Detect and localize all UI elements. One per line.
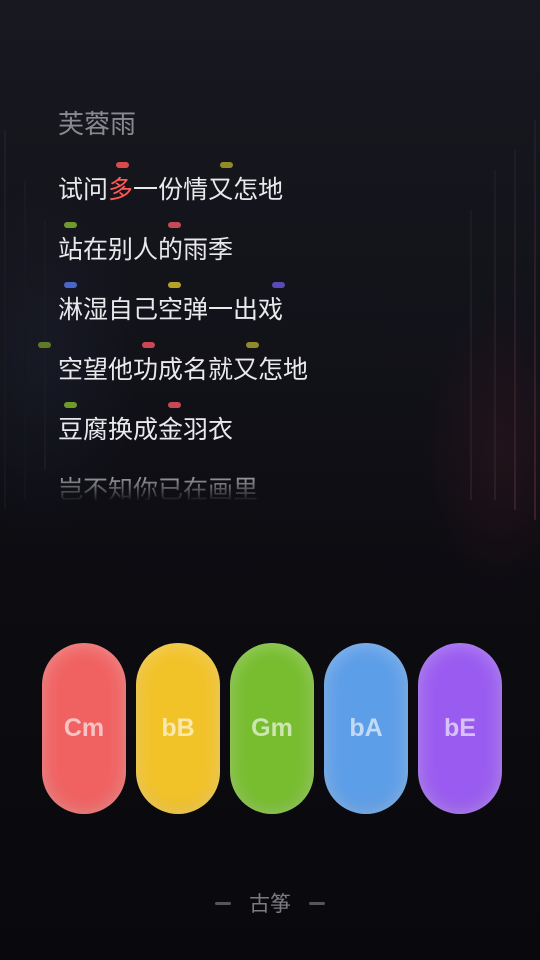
- chord-button-gm[interactable]: Gm: [230, 643, 314, 814]
- note-marker: [142, 342, 155, 348]
- note-marker: [168, 222, 181, 228]
- player-screen: 芙蓉雨 试问多一份情又怎地 站在别人的雨季 淋湿自己空弹一出戏 空望他功成名就又…: [0, 0, 540, 960]
- instrument-dash-left: [215, 901, 231, 905]
- note-marker: [64, 402, 77, 408]
- note-marker: [272, 282, 285, 288]
- lyric-text-highlighted: 试问多一份情又怎地: [58, 175, 284, 204]
- chord-button-cm[interactable]: Cm: [42, 643, 126, 814]
- decor-line: [4, 130, 6, 510]
- chord-button-bb[interactable]: bB: [136, 643, 220, 814]
- lyric-line: 站在别人的雨季: [58, 222, 498, 290]
- lyric-text: 站在别人的雨季: [58, 235, 234, 264]
- chord-button-be[interactable]: bE: [418, 643, 502, 814]
- song-title: 芙蓉雨: [58, 110, 137, 140]
- chord-buttons: Cm bB Gm bA bE: [42, 643, 502, 814]
- lyric-text: 空望他功成名就又怎地: [58, 355, 309, 384]
- note-marker: [64, 282, 77, 288]
- note-marker: [64, 222, 77, 228]
- note-marker: [168, 282, 181, 288]
- lyric-line: 淋湿自己空弹一出戏: [58, 282, 498, 350]
- instrument-selector[interactable]: 古筝: [0, 888, 540, 918]
- lyric-line: 豆腐换成金羽衣: [58, 402, 498, 470]
- instrument-dash-right: [309, 901, 325, 905]
- decor-line: [24, 180, 26, 500]
- lyric-line-faded: 岂不知你已在画里: [58, 462, 498, 504]
- lyric-text: 豆腐换成金羽衣: [58, 415, 234, 444]
- instrument-label[interactable]: 古筝: [249, 888, 291, 918]
- lyric-line: 空望他功成名就又怎地: [38, 342, 498, 410]
- note-marker: [246, 342, 259, 348]
- note-marker: [168, 402, 181, 408]
- note-marker: [220, 162, 233, 168]
- lyrics-panel: 试问多一份情又怎地 站在别人的雨季 淋湿自己空弹一出戏 空望他功成名就又怎地 豆…: [38, 162, 498, 504]
- lyric-text: 淋湿自己空弹一出戏: [58, 295, 284, 324]
- decor-line: [534, 120, 536, 520]
- decor-line: [514, 150, 516, 510]
- note-marker: [116, 162, 129, 168]
- lyric-text: 岂不知你已在画里: [58, 475, 259, 504]
- note-marker: [38, 342, 51, 348]
- lyric-line: 试问多一份情又怎地: [58, 162, 498, 230]
- chord-button-ba[interactable]: bA: [324, 643, 408, 814]
